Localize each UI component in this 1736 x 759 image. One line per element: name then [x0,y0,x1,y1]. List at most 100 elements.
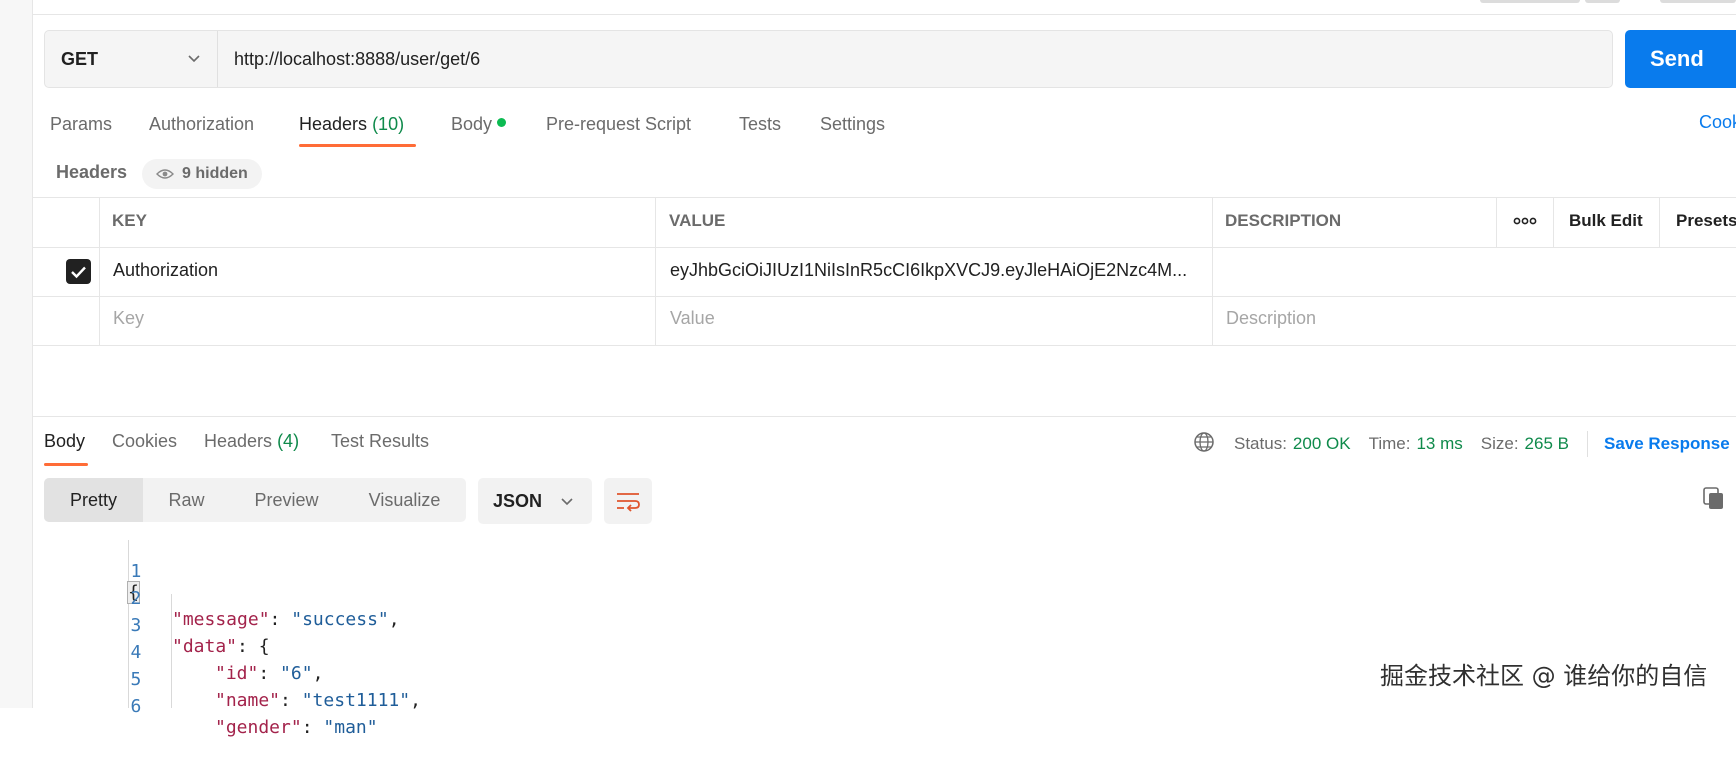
line-number: 2 [130,588,142,609]
col-divider [1659,197,1660,247]
json-key: "data" [172,636,238,657]
json-value: "man" [323,717,378,738]
tab-params[interactable]: Params [50,114,112,135]
view-pretty-button[interactable]: Pretty [44,478,143,522]
status-separator [1586,431,1588,457]
response-divider [32,416,1736,417]
top-toolbar-fragment [1480,0,1580,3]
json-key: "message" [172,609,270,630]
top-divider [33,14,1736,15]
tab-settings[interactable]: Settings [820,114,885,135]
checkmark-icon [71,266,86,278]
table-header-border [32,247,1736,248]
hidden-headers-toggle[interactable]: 9 hidden [142,159,262,189]
json-value: "6" [280,663,313,684]
left-sidebar-strip [0,0,33,708]
url-input[interactable]: http://localhost:8888/user/get/6 [234,31,480,87]
globe-icon[interactable] [1193,431,1215,453]
eye-icon [156,169,174,179]
json-value: "success" [291,609,389,630]
line-number: 5 [130,669,142,690]
tab-headers[interactable]: Headers (10) [299,114,404,135]
top-toolbar-fragment [1585,0,1620,3]
size-value[interactable]: 265 B [1525,434,1569,454]
top-toolbar-fragment [1660,0,1736,3]
code-line: 5 "name": "test1111", [44,648,421,711]
chevron-down-icon [561,498,573,506]
tab-pre-request-script[interactable]: Pre-request Script [546,114,691,135]
save-response-button[interactable]: Save Response [1604,434,1730,454]
line-number: 1 [130,561,142,582]
new-value-input[interactable]: Value [670,308,715,329]
bulk-edit-button[interactable]: Bulk Edit [1569,211,1643,231]
code-text: "data": { [172,636,270,657]
new-description-input[interactable]: Description [1226,308,1316,329]
line-number: 6 [130,696,142,717]
response-tab-test-results[interactable]: Test Results [331,431,429,452]
col-divider [1496,197,1497,247]
view-raw-button[interactable]: Raw [143,478,230,522]
body-indicator-dot [497,118,507,127]
view-mode-group: Pretty Raw Preview Visualize [44,478,466,522]
time-label: Time: [1368,434,1411,453]
header-enabled-checkbox[interactable] [66,259,91,284]
tab-authorization[interactable]: Authorization [149,114,254,135]
col-divider [1553,197,1554,247]
more-options-icon[interactable] [1513,215,1537,227]
header-key-cell[interactable]: Authorization [113,260,218,281]
code-line: 3 "data": { [44,594,270,657]
column-header-key: KEY [112,211,147,230]
active-tab-indicator [299,144,416,147]
line-number: 4 [130,642,142,663]
cookies-link[interactable]: Cook [1699,112,1736,133]
response-tab-body[interactable]: Body [44,431,85,452]
json-punct: , [312,663,324,684]
send-button[interactable]: Send [1625,30,1736,88]
status-label: Status: [1234,434,1287,453]
response-active-tab-indicator [44,463,88,466]
method-select[interactable]: GET [45,31,218,87]
response-tab-headers[interactable]: Headers (4) [204,431,299,452]
table-top-border [32,197,1736,198]
column-header-description: DESCRIPTION [1225,211,1342,230]
new-key-input[interactable]: Key [113,308,144,329]
json-punct: : { [237,636,270,657]
format-label: JSON [493,490,543,511]
code-line: 6 "gender": "man" [44,675,378,738]
table-row-border [32,296,1736,297]
code-line: 1 { [44,540,141,604]
status-value[interactable]: 200 OK [1293,434,1351,454]
tab-headers-label: Headers [299,114,368,134]
col-divider [99,197,100,346]
hidden-headers-label: 9 hidden [182,165,248,182]
col-divider [655,197,656,346]
column-header-value: VALUE [669,211,726,230]
view-preview-button[interactable]: Preview [230,478,343,522]
presets-button[interactable]: Presets [1676,211,1736,231]
chevron-down-icon [188,55,200,63]
format-select[interactable]: JSON [478,478,592,524]
tab-tests[interactable]: Tests [739,114,781,135]
method-label: GET [61,48,99,69]
wrap-lines-button[interactable] [604,478,652,524]
code-line: 2 "message": "success", [44,567,400,630]
watermark: 掘金技术社区 @ 谁给你的自信 [1380,662,1708,690]
json-key: "gender" [215,717,302,738]
table-bottom-border [32,345,1736,346]
wrap-lines-icon [617,493,640,512]
response-tab-headers-label: Headers [204,431,273,451]
line-number: 3 [130,615,142,636]
code-text: "message": "success", [172,609,400,630]
copy-icon[interactable] [1703,487,1725,511]
tab-body[interactable]: Body [451,114,507,135]
time-value[interactable]: 13 ms [1416,434,1462,454]
code-line: 4 "id": "6", [44,621,324,684]
url-bar: GET http://localhost:8888/user/get/6 [44,30,1613,88]
response-status-area: Status: 200 OK Time: 13 ms Size: 265 B S… [1234,431,1730,457]
header-value-cell[interactable]: eyJhbGciOiJIUzI1NiIsInR5cCI6IkpXVCJ9.eyJ… [670,260,1187,281]
headers-section-title: Headers [56,162,128,182]
code-text: "id": "6", [215,663,324,684]
view-visualize-button[interactable]: Visualize [343,478,466,522]
response-tab-cookies[interactable]: Cookies [112,431,177,452]
response-tab-headers-count: (4) [277,431,300,451]
